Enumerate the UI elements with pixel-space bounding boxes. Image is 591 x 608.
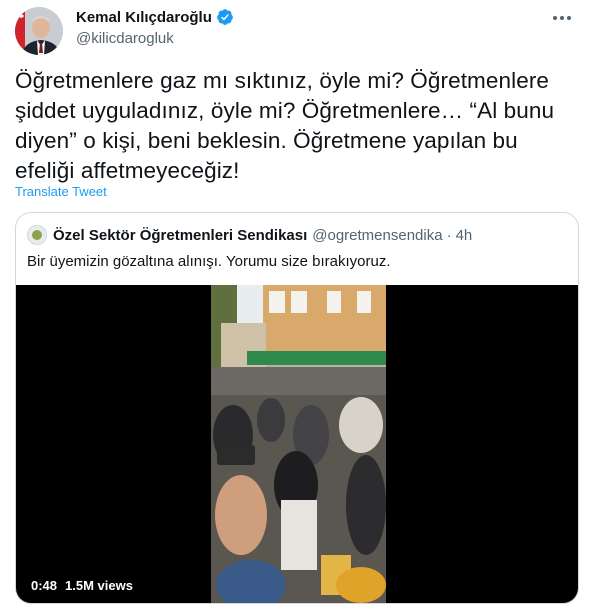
author-name-row: Kemal Kılıçdaroğlu xyxy=(76,8,234,26)
author-avatar[interactable] xyxy=(15,7,63,55)
author-name[interactable]: Kemal Kılıçdaroğlu xyxy=(76,9,212,26)
tweet-card: Kemal Kılıçdaroğlu @kilicdarogluk Öğretm… xyxy=(0,0,591,608)
quoted-tweet-header: Özel Sektör Öğretmenleri Sendikası @ogre… xyxy=(27,225,472,245)
video-meta: 0:48 1.5M views xyxy=(31,578,133,593)
profile-photo-icon xyxy=(15,7,63,55)
author-handle[interactable]: @kilicdarogluk xyxy=(76,30,174,47)
video-views: 1.5M views xyxy=(65,578,133,593)
translate-tweet-link[interactable]: Translate Tweet xyxy=(15,184,107,199)
quoted-author-avatar xyxy=(27,225,47,245)
video-frame xyxy=(211,285,386,603)
quoted-tweet[interactable]: Özel Sektör Öğretmenleri Sendikası @ogre… xyxy=(15,212,579,604)
separator-dot: · xyxy=(446,226,452,244)
quoted-author-name: Özel Sektör Öğretmenleri Sendikası xyxy=(53,226,308,244)
verified-badge-icon xyxy=(216,8,234,26)
video-player[interactable]: 0:48 1.5M views xyxy=(16,285,578,603)
video-duration: 0:48 xyxy=(31,578,58,593)
more-options-icon[interactable] xyxy=(551,8,573,28)
quoted-tweet-text: Bir üyemizin gözaltına alınışı. Yorumu s… xyxy=(27,253,391,270)
tweet-text: Öğretmenlere gaz mı sıktınız, öyle mi? Ö… xyxy=(15,68,555,183)
quoted-author-handle: @ogretmensendika xyxy=(312,226,443,244)
quoted-timestamp: 4h xyxy=(455,226,473,244)
